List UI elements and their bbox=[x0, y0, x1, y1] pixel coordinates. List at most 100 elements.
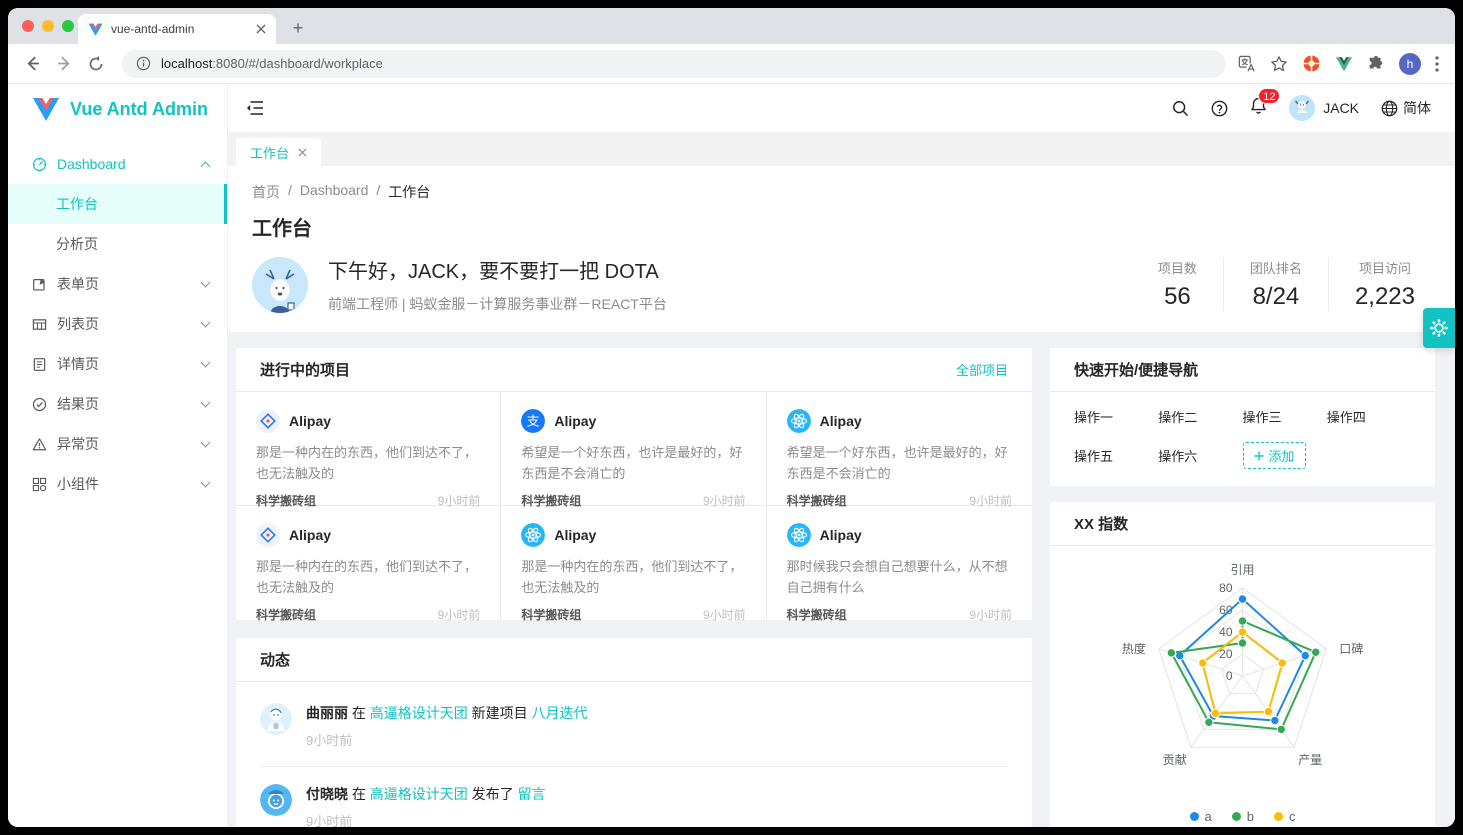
address-bar[interactable]: localhost:8080/#/dashboard/workplace bbox=[122, 50, 1226, 78]
chevron-down-icon bbox=[201, 318, 211, 328]
activity-item: 付晓晓 在 高逼格设计天团 发布了 留言 9小时前 bbox=[260, 767, 1008, 827]
stat-team-rank: 团队排名 8/24 bbox=[1223, 258, 1328, 311]
quicknav-link[interactable]: 操作六 bbox=[1158, 446, 1242, 465]
quicknav-link[interactable]: 操作四 bbox=[1327, 407, 1411, 426]
alipay-logo-icon: 支 bbox=[521, 409, 545, 433]
sidebar-item-result[interactable]: 结果页 bbox=[8, 384, 227, 424]
antd-logo-icon bbox=[256, 409, 280, 433]
user-avatar bbox=[1289, 95, 1315, 121]
page-tabs: 工作台 bbox=[228, 132, 1455, 166]
dashboard-icon bbox=[32, 157, 47, 172]
quicknav-link[interactable]: 操作一 bbox=[1074, 407, 1158, 426]
breadcrumb: 首页 / Dashboard / 工作台 bbox=[252, 182, 1431, 202]
vue-devtools-extension-icon[interactable] bbox=[1335, 56, 1353, 72]
project-card[interactable]: Alipay 那是一种内在的东西，他们到达不了，也无法触及的 科学搬砖组9小时前 bbox=[236, 506, 501, 620]
activity-avatar bbox=[260, 784, 292, 816]
chart-legend[interactable]: a b c bbox=[1050, 809, 1435, 824]
tab-close-icon[interactable] bbox=[256, 24, 266, 34]
forward-button[interactable] bbox=[50, 50, 78, 78]
index-chart-card: XX 指数 020406080引用口碑产量贡献热度 abc bbox=[1050, 502, 1435, 827]
menu-fold-icon[interactable] bbox=[246, 100, 264, 116]
activity-time: 9小时前 bbox=[306, 730, 588, 749]
sidebar-item-workplace[interactable]: 工作台 bbox=[8, 184, 227, 224]
chrome-menu-kebab-icon[interactable] bbox=[1435, 56, 1439, 72]
project-group-link[interactable]: 科学搬砖组 bbox=[256, 606, 316, 623]
sidebar-item-list[interactable]: 列表页 bbox=[8, 304, 227, 344]
quicknav-link[interactable]: 操作五 bbox=[1074, 446, 1158, 465]
breadcrumb-home[interactable]: 首页 bbox=[252, 182, 280, 202]
add-button[interactable]: 添加 bbox=[1243, 442, 1306, 469]
breadcrumb-dashboard[interactable]: Dashboard bbox=[300, 182, 369, 202]
sidebar-item-form[interactable]: 表单页 bbox=[8, 264, 227, 304]
chrome-profile-avatar[interactable]: h bbox=[1399, 53, 1421, 75]
theme-settings-button[interactable] bbox=[1423, 308, 1455, 348]
back-button[interactable] bbox=[18, 50, 46, 78]
browser-tab[interactable]: vue-antd-admin bbox=[78, 14, 276, 44]
project-group-link[interactable]: 科学搬砖组 bbox=[521, 606, 581, 623]
legend-item[interactable]: b bbox=[1232, 809, 1254, 824]
help-icon[interactable] bbox=[1211, 100, 1228, 117]
sidebar-item-components[interactable]: 小组件 bbox=[8, 464, 227, 504]
react-logo-icon bbox=[787, 409, 811, 433]
user-menu[interactable]: JACK bbox=[1289, 95, 1359, 121]
extension-orange-icon[interactable] bbox=[1302, 54, 1321, 73]
sidebar-menu: Dashboard 工作台 分析页 表单页 列表页 详情页 bbox=[8, 134, 227, 504]
project-card[interactable]: Alipay 那是一种内在的东西，他们到达不了，也无法触及的 科学搬砖组9小时前 bbox=[236, 392, 501, 506]
close-window-button[interactable] bbox=[22, 20, 34, 32]
project-card[interactable]: Alipay 希望是一个好东西，也许是最好的，好东西是不会消亡的 科学搬砖组9小… bbox=[767, 392, 1032, 506]
site-info-icon[interactable] bbox=[136, 56, 151, 71]
check-circle-icon bbox=[32, 397, 47, 412]
sidebar: Vue Antd Admin Dashboard 工作台 分析页 表单页 列表页 bbox=[8, 84, 228, 827]
react-logo-icon bbox=[521, 523, 545, 547]
sidebar-item-dashboard[interactable]: Dashboard bbox=[8, 144, 227, 184]
vue-favicon-icon bbox=[88, 22, 103, 37]
sidebar-item-exception[interactable]: 异常页 bbox=[8, 424, 227, 464]
legend-item[interactable]: a bbox=[1190, 809, 1212, 824]
activity-target-link[interactable]: 八月迭代 bbox=[532, 705, 588, 721]
search-icon[interactable] bbox=[1172, 100, 1189, 117]
extensions-puzzle-icon[interactable] bbox=[1367, 55, 1385, 73]
svg-text:0: 0 bbox=[1226, 669, 1233, 683]
project-card[interactable]: 支 Alipay 希望是一个好东西，也许是最好的，好东西是不会消亡的 科学搬砖组… bbox=[501, 392, 766, 506]
svg-text:产量: 产量 bbox=[1298, 753, 1322, 767]
form-icon bbox=[32, 277, 47, 292]
all-projects-link[interactable]: 全部项目 bbox=[956, 360, 1008, 379]
bookmark-star-icon[interactable] bbox=[1270, 55, 1288, 73]
chevron-down-icon bbox=[201, 278, 211, 288]
quicknav-link[interactable]: 操作三 bbox=[1243, 407, 1327, 426]
globe-icon bbox=[1381, 100, 1398, 117]
activity-group-link[interactable]: 高逼格设计天团 bbox=[370, 705, 468, 721]
chevron-down-icon bbox=[201, 438, 211, 448]
legend-dot bbox=[1232, 812, 1241, 821]
minimize-window-button[interactable] bbox=[42, 20, 54, 32]
activity-group-link[interactable]: 高逼格设计天团 bbox=[370, 786, 468, 802]
activity-target-link[interactable]: 留言 bbox=[518, 786, 546, 802]
greeting-text: 下午好，JACK，要不要打一把 DOTA bbox=[328, 255, 1132, 284]
translate-icon[interactable] bbox=[1238, 55, 1256, 73]
project-group-link[interactable]: 科学搬砖组 bbox=[787, 606, 847, 623]
quicknav-card: 快速开始/便捷导航 操作一 操作二 操作三 操作四 操作五 操作六 添加 bbox=[1050, 348, 1435, 486]
sidebar-item-analysis[interactable]: 分析页 bbox=[8, 224, 227, 264]
new-tab-button[interactable]: + bbox=[286, 17, 310, 41]
tab-close-icon[interactable] bbox=[298, 148, 307, 157]
app-logo[interactable]: Vue Antd Admin bbox=[8, 84, 227, 134]
svg-text:贡献: 贡献 bbox=[1163, 752, 1187, 767]
radar-chart: 020406080引用口碑产量贡献热度 bbox=[1050, 552, 1435, 802]
chevron-up-icon bbox=[201, 161, 211, 171]
project-card[interactable]: Alipay 那是一种内在的东西，他们到达不了，也无法触及的 科学搬砖组9小时前 bbox=[501, 506, 766, 620]
project-card[interactable]: Alipay 那时候我只会想自己想要什么，从不想自己拥有什么 科学搬砖组9小时前 bbox=[767, 506, 1032, 620]
refresh-button[interactable] bbox=[82, 50, 110, 78]
user-role-text: 前端工程师 | 蚂蚁金服－计算服务事业群－REACT平台 bbox=[328, 294, 1132, 314]
svg-text:热度: 热度 bbox=[1122, 641, 1146, 656]
tab-workplace[interactable]: 工作台 bbox=[236, 138, 321, 166]
maximize-window-button[interactable] bbox=[62, 20, 74, 32]
chevron-down-icon bbox=[201, 478, 211, 488]
activity-user[interactable]: 曲丽丽 bbox=[306, 705, 348, 721]
quicknav-link[interactable]: 操作二 bbox=[1158, 407, 1242, 426]
language-switcher[interactable]: 简体 bbox=[1381, 98, 1431, 118]
sidebar-item-detail[interactable]: 详情页 bbox=[8, 344, 227, 384]
username: JACK bbox=[1323, 100, 1359, 116]
notifications-button[interactable]: 12 bbox=[1250, 97, 1267, 119]
legend-item[interactable]: c bbox=[1274, 809, 1296, 824]
activity-user[interactable]: 付晓晓 bbox=[306, 786, 348, 802]
